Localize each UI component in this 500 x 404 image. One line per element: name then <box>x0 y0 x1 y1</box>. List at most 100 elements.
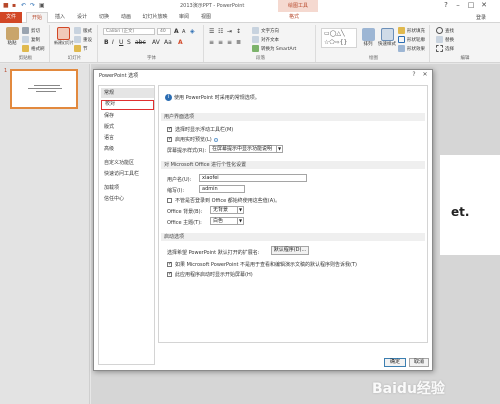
nav-advanced[interactable]: 高级 <box>101 144 154 154</box>
undo-icon[interactable]: ↶ <box>21 3 27 9</box>
align-left-icon[interactable]: ≡ <box>209 39 214 46</box>
shadow-icon[interactable]: S <box>127 39 131 46</box>
options-nav: 常规 校对 保存 版式 语言 高级 自定义功能区 快速访问工具栏 加载项 信任中… <box>98 85 155 365</box>
nav-quick-access-toolbar[interactable]: 快速访问工具栏 <box>101 169 154 179</box>
tab-file[interactable]: 文件 <box>0 12 22 23</box>
live-preview-option[interactable]: 启用实时预览(L) <box>167 136 218 143</box>
close-icon[interactable]: ✕ <box>478 1 490 10</box>
indent-icon[interactable]: ⇥ <box>227 28 232 35</box>
office-theme-select[interactable]: 白色 ▼ <box>210 217 244 225</box>
paragraph-group: ☰ ☷ ⇥ ↕ ≡ ≡ ≡ ≣ 文字方向 对齐文本 转换为 SmartArt 段… <box>206 25 316 62</box>
char-spacing-icon[interactable]: AV <box>152 39 160 46</box>
format-painter-button[interactable]: 格式刷 <box>22 45 45 52</box>
font-name-box[interactable]: Calibri (正文) <box>103 28 155 35</box>
bullets-icon[interactable]: ☰ <box>209 28 214 35</box>
underline-icon[interactable]: U <box>119 39 123 46</box>
tab-transitions[interactable]: 切换 <box>94 12 114 23</box>
start-slideshow-icon[interactable]: ▣ <box>39 3 45 9</box>
shrink-font-icon[interactable]: A <box>182 29 185 35</box>
italic-icon[interactable]: I <box>112 39 114 46</box>
default-programs-button[interactable]: 默认程序(D)... <box>271 246 309 255</box>
arrange-button[interactable]: 排列 <box>360 28 376 47</box>
new-slide-button[interactable]: 新建幻灯片 <box>54 27 74 46</box>
bold-icon[interactable]: B <box>104 39 109 46</box>
maximize-icon[interactable]: □ <box>465 1 477 10</box>
dialog-help-icon[interactable]: ? <box>409 71 419 79</box>
justify-icon[interactable]: ≣ <box>236 39 241 46</box>
always-use-option[interactable]: 不管是否登录到 Office 都始终使用这些值(A)。 <box>167 197 280 204</box>
tab-animations[interactable]: 动画 <box>116 12 136 23</box>
always-use-checkbox[interactable] <box>167 198 172 203</box>
nav-layout[interactable]: 版式 <box>101 122 154 132</box>
replace-button[interactable]: 替换 <box>436 36 454 43</box>
tab-home[interactable]: 开始 <box>26 12 48 23</box>
nav-customize-ribbon[interactable]: 自定义功能区 <box>101 158 154 168</box>
align-center-icon[interactable]: ≡ <box>218 39 223 46</box>
show-minitoolbar-checkbox[interactable] <box>167 126 172 132</box>
nav-save[interactable]: 保存 <box>101 111 154 121</box>
start-screen-checkbox[interactable] <box>167 271 172 277</box>
live-preview-checkbox[interactable] <box>167 136 172 142</box>
numbering-icon[interactable]: ☷ <box>218 28 223 35</box>
default-extension-label: 选择希望 PowerPoint 默认打开的扩展名: <box>167 250 260 256</box>
tab-format[interactable]: 格式 <box>282 12 306 23</box>
line-spacing-icon[interactable]: ↕ <box>236 28 241 35</box>
text-direction-button[interactable]: 文字方向 <box>252 27 279 34</box>
username-input[interactable]: xiaofei <box>199 174 307 182</box>
align-text-button[interactable]: 对齐文本 <box>252 36 279 43</box>
paste-button[interactable]: 粘贴 <box>4 27 20 46</box>
align-right-icon[interactable]: ≡ <box>227 39 232 46</box>
help-icon[interactable]: ? <box>440 1 452 10</box>
powerpoint-logo-icon: ■ <box>3 2 9 9</box>
slide-canvas[interactable] <box>440 155 500 255</box>
ui-options-section: 用户界面选项 <box>161 113 425 121</box>
ok-button[interactable]: 确定 <box>384 358 406 367</box>
font-color-icon[interactable]: A <box>178 39 183 46</box>
tab-slideshow[interactable]: 幻灯片放映 <box>138 12 172 23</box>
change-case-icon[interactable]: Aa <box>164 39 172 46</box>
cancel-button[interactable]: 取消 <box>409 358 429 367</box>
minimize-icon[interactable]: – <box>452 1 464 10</box>
nav-proofing[interactable]: 校对 <box>101 100 154 110</box>
font-size-box[interactable]: 40 <box>157 28 171 35</box>
save-icon[interactable]: ▪ <box>12 3 18 9</box>
tooltip-style-select[interactable]: 在屏幕提示中显示功能说明 ▼ <box>209 145 283 153</box>
nav-general[interactable]: 常规 <box>101 88 154 98</box>
redo-icon[interactable]: ↷ <box>30 3 36 9</box>
copy-button[interactable]: 复制 <box>22 36 40 43</box>
nav-trust-center[interactable]: 信任中心 <box>101 194 154 204</box>
strikethrough-icon[interactable]: abc <box>135 39 146 46</box>
sign-in-link[interactable]: 登录 <box>476 14 486 21</box>
start-screen-option[interactable]: 此应用程序启动时显示开始屏幕(H) <box>167 271 253 278</box>
convert-smartart-button[interactable]: 转换为 SmartArt <box>252 45 296 52</box>
clear-format-icon[interactable]: ◈ <box>190 28 195 35</box>
show-minitoolbar-option[interactable]: 选择时显示浮动工具栏(M) <box>167 126 233 133</box>
tab-review[interactable]: 审阅 <box>174 12 194 23</box>
initials-input[interactable]: admin <box>199 185 245 193</box>
find-button[interactable]: 查找 <box>436 27 454 34</box>
dialog-close-icon[interactable]: ✕ <box>420 71 430 79</box>
reset-button[interactable]: 重设 <box>74 36 92 43</box>
options-content: i使用 PowerPoint 时采用的常规选项。 用户界面选项 选择时显示浮动工… <box>158 85 428 343</box>
shapes-gallery[interactable]: ▭◯△╲ ☆⬠⇨{} <box>321 28 357 48</box>
default-viewer-checkbox[interactable] <box>167 261 172 267</box>
slide-thumbnail[interactable] <box>10 69 78 109</box>
section-button[interactable]: 节 <box>74 45 88 52</box>
default-viewer-option[interactable]: 如果 Microsoft PowerPoint 不是用于查看和编辑演示文稿的默认… <box>167 261 357 268</box>
tab-view[interactable]: 视图 <box>196 12 216 23</box>
grow-font-icon[interactable]: A <box>174 28 179 35</box>
nav-language[interactable]: 语言 <box>101 133 154 143</box>
shape-outline-button[interactable]: 形状轮廓 <box>398 36 425 43</box>
tab-design[interactable]: 设计 <box>72 12 92 23</box>
quick-styles-button[interactable]: 快速样式 <box>378 28 396 47</box>
shape-fill-button[interactable]: 形状填充 <box>398 27 425 34</box>
select-button[interactable]: 选择 <box>436 45 454 52</box>
shape-effects-button[interactable]: 形状效果 <box>398 45 425 52</box>
layout-button[interactable]: 版式 <box>74 27 92 34</box>
cut-button[interactable]: 剪切 <box>22 27 40 34</box>
nav-add-ins[interactable]: 加载项 <box>101 183 154 193</box>
new-slide-icon <box>56 27 70 40</box>
section-icon <box>74 45 81 52</box>
office-background-select[interactable]: 无背景 ▼ <box>210 206 244 214</box>
tab-insert[interactable]: 插入 <box>50 12 70 23</box>
